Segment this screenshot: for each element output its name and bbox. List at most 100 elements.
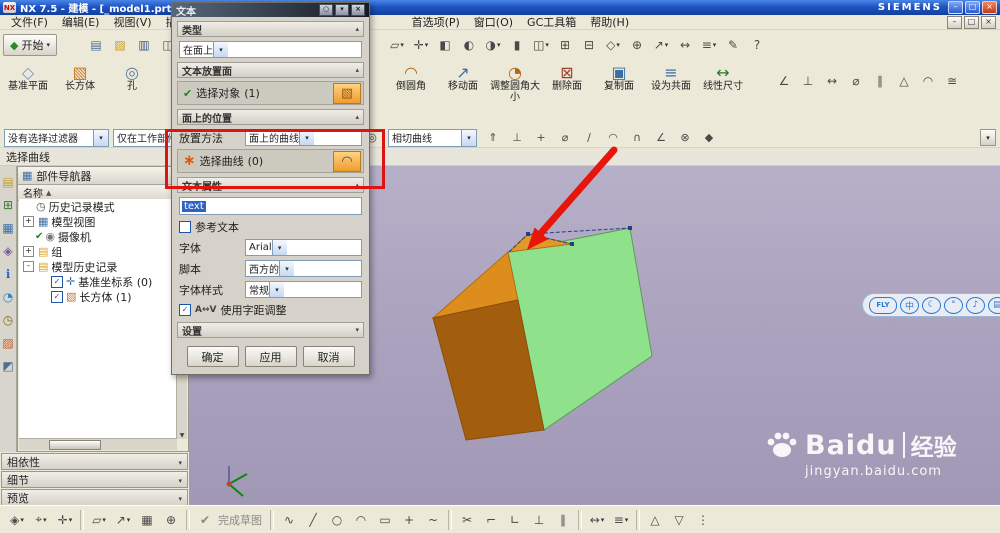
chevron-down-icon[interactable]: ▾ — [102, 516, 106, 524]
font-style-dropdown[interactable]: 常规 — [245, 281, 362, 298]
select-object-row[interactable]: 选择对象 (1) — [177, 81, 364, 105]
hole-button[interactable]: ◎ 孔 — [106, 61, 158, 105]
intersection-snap-icon[interactable]: ∩ — [626, 129, 648, 146]
fly-mode-button[interactable]: FLY — [869, 296, 897, 314]
triangle-constraint-icon[interactable]: △ — [893, 70, 915, 91]
sketch-icon[interactable]: ▱ ▾ — [386, 34, 408, 55]
constraints-icon[interactable]: ⊥ — [528, 509, 550, 530]
finish-sketch-label[interactable]: 完成草图 — [218, 512, 262, 528]
close-button[interactable]: × — [982, 1, 997, 14]
selection-filter-dropdown[interactable]: 没有选择过滤器 — [4, 128, 109, 147]
quick-trim-icon[interactable]: ✂ — [456, 509, 478, 530]
chevron-down-icon[interactable] — [162, 473, 182, 486]
apply-button[interactable]: 应用 — [244, 346, 297, 367]
parallel-constraint-icon[interactable]: ∥ — [552, 509, 574, 530]
angle-dimension-icon[interactable]: ∠ — [773, 70, 795, 91]
documentation-button[interactable]: ▤ — [988, 296, 1000, 314]
script-dropdown[interactable]: 西方的 — [245, 260, 362, 277]
menu-item[interactable]: 帮助(H) — [583, 14, 636, 30]
grid-icon[interactable]: ▦ — [136, 509, 158, 530]
more-icon[interactable]: ⋮ — [692, 509, 714, 530]
expander-icon[interactable]: + — [23, 216, 34, 227]
scrollbar-thumb[interactable] — [49, 440, 101, 450]
maximize-button[interactable]: □ — [965, 1, 980, 14]
perpendicular-snap-icon[interactable]: ⊥ — [506, 129, 528, 146]
render-style-icon[interactable]: ◑ ▾ — [482, 34, 504, 55]
chevron-down-icon[interactable]: ▾ — [69, 516, 73, 524]
tree-item-history-mode[interactable]: ◷ 历史记录模式 — [19, 199, 177, 214]
datum-plane-button[interactable]: ◇ 基准平面 — [2, 61, 54, 105]
more-tools-icon[interactable]: ≡ ▾ — [610, 509, 632, 530]
chevron-down-icon[interactable]: ▾ — [425, 41, 429, 49]
chevron-down-icon[interactable] — [299, 130, 314, 145]
line-snap-icon[interactable]: ∕ — [578, 129, 600, 146]
section-header-settings[interactable]: 设置 — [177, 322, 364, 338]
chevron-down-icon[interactable] — [269, 282, 284, 297]
maximize-button[interactable]: ▾ — [335, 4, 349, 16]
quadrant-snap-icon[interactable]: ⊗ — [674, 129, 696, 146]
chevron-down-icon[interactable] — [93, 129, 108, 146]
move-face-button[interactable]: ↗ 移动面 — [437, 61, 489, 105]
move-object-icon[interactable]: ↗ ▾ — [650, 34, 672, 55]
open-file-icon[interactable]: ▨ — [109, 34, 131, 55]
chevron-down-icon[interactable]: ▾ — [43, 516, 47, 524]
side-panel[interactable]: 相依性 — [1, 453, 188, 470]
close-button[interactable]: × — [351, 4, 365, 16]
diameter-dimension-icon[interactable]: ⌀ — [845, 70, 867, 91]
chevron-down-icon[interactable] — [279, 261, 294, 276]
chevron-down-icon[interactable] — [213, 42, 228, 57]
voice-note-button[interactable]: ♪ — [966, 296, 985, 314]
minimize-button[interactable]: ○ — [319, 4, 333, 16]
revolve-icon[interactable]: ▽ — [668, 509, 690, 530]
make-corner-icon[interactable]: ∟ — [504, 509, 526, 530]
expander-icon[interactable]: + — [23, 246, 34, 257]
arc-icon[interactable]: ◠ — [350, 509, 372, 530]
annotation-icon[interactable]: ✎ — [722, 34, 744, 55]
window-icon[interactable]: ◫ ▾ — [530, 34, 552, 55]
type-dropdown[interactable]: 在面上 — [179, 41, 362, 58]
section-header-type[interactable]: 类型 — [177, 21, 364, 37]
chevron-down-icon[interactable] — [162, 491, 182, 504]
equal-constraint-icon[interactable]: ≅ — [941, 70, 963, 91]
section-header-text-properties[interactable]: 文本属性 — [177, 177, 364, 193]
midpoint-snap-icon[interactable]: ◆ — [698, 129, 720, 146]
radius-dimension-icon[interactable]: ◠ — [917, 70, 939, 91]
curve-rule-dropdown[interactable]: 相切曲线 — [388, 128, 477, 147]
reference-text-checkbox[interactable] — [179, 221, 191, 233]
checkbox[interactable]: ✓ — [51, 290, 63, 303]
chevron-down-icon[interactable]: ▾ — [625, 516, 629, 524]
tree-item-camera[interactable]: ✔ ◉ 摄像机 — [19, 229, 177, 244]
section-header-location[interactable]: 面上的位置 — [177, 109, 364, 125]
checkbox[interactable]: ✓ — [51, 275, 63, 288]
start-menu-button[interactable]: ◆ 开始 — [3, 34, 57, 56]
parallel-dimension-icon[interactable]: ∥ — [869, 70, 891, 91]
cancel-button[interactable]: 取消 — [302, 346, 355, 367]
night-mode-button[interactable]: ☾ — [922, 296, 941, 314]
visualization-preferences-icon[interactable]: ◈ ▾ — [6, 509, 28, 530]
quick-extend-icon[interactable]: ⌐ — [480, 509, 502, 530]
tree-item-group[interactable]: + ▤ 组 — [19, 244, 177, 259]
line-icon[interactable]: ╱ — [302, 509, 324, 530]
copy-face-button[interactable]: ▣ 复制面 — [593, 61, 645, 105]
plane-tool-icon[interactable]: ▱ ▾ — [88, 509, 110, 530]
chevron-down-icon[interactable] — [162, 455, 182, 468]
minimize-button[interactable]: – — [947, 15, 962, 29]
make-coplanar-button[interactable]: ≡ 设为共面 — [645, 61, 697, 105]
angle-snap-icon[interactable]: ∠ — [650, 129, 672, 146]
snap-point-icon[interactable]: ⌖ ▾ — [30, 509, 52, 530]
chevron-down-icon[interactable]: ▾ — [497, 41, 501, 49]
horizontal-dimension-icon[interactable]: ↔ — [821, 70, 843, 91]
font-dropdown[interactable]: Arial — [245, 239, 362, 256]
menu-item[interactable]: 首选项(P) — [405, 14, 467, 30]
curve-select-button[interactable] — [333, 150, 361, 172]
shaded-view-icon[interactable]: ◐ — [458, 34, 480, 55]
chevron-down-icon[interactable]: ▾ — [400, 41, 404, 49]
close-button[interactable]: × — [981, 15, 996, 29]
wcs-orient-icon[interactable]: ⊕ — [160, 509, 182, 530]
chevron-down-icon[interactable]: ▾ — [20, 516, 24, 524]
fit-window-icon[interactable]: ⊞ — [554, 34, 576, 55]
point-icon[interactable]: + — [398, 509, 420, 530]
perpendicular-dimension-icon[interactable]: ⊥ — [797, 70, 819, 91]
dialog-title-bar[interactable]: 文本 ○ ▾ × — [172, 3, 369, 18]
tree-item-model-history[interactable]: - ▤ 模型历史记录 — [19, 259, 177, 274]
